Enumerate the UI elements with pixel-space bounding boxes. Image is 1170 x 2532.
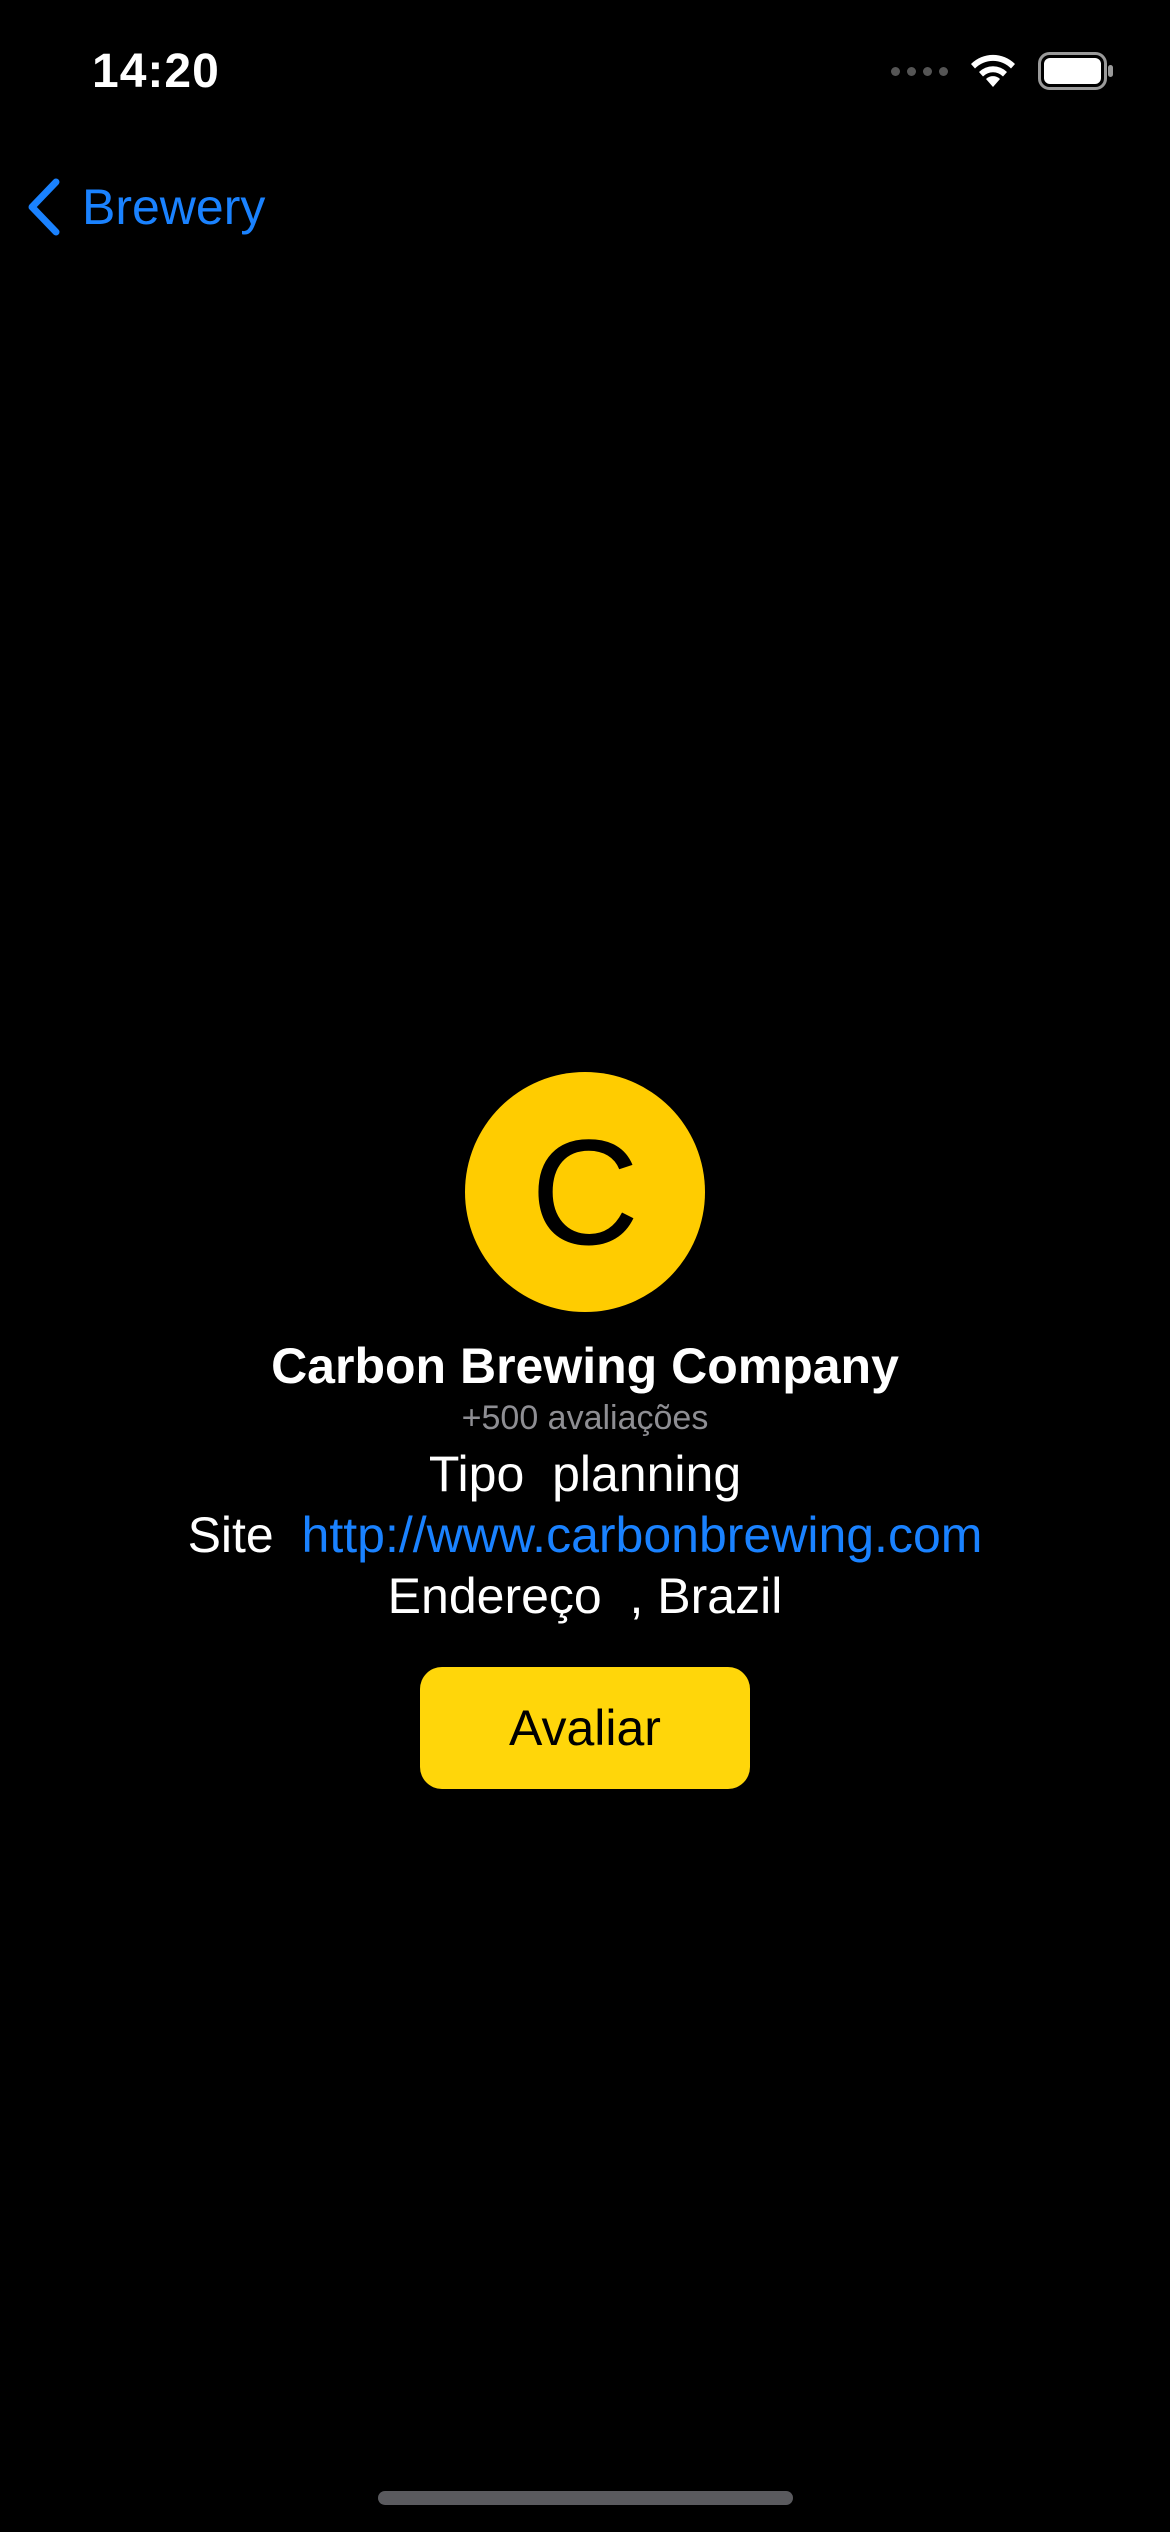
address-value: , Brazil: [629, 1568, 783, 1624]
type-row: Tipo planning: [429, 1444, 741, 1505]
wifi-icon: [971, 54, 1015, 87]
type-value: planning: [552, 1446, 742, 1502]
site-label: Site: [187, 1507, 274, 1563]
back-button[interactable]: Brewery: [24, 176, 265, 238]
avatar-letter: C: [530, 1108, 640, 1276]
type-label: Tipo: [428, 1446, 525, 1502]
signal-icon: [891, 66, 948, 76]
battery-icon: [1038, 52, 1113, 90]
address-row: Endereço , Brazil: [388, 1566, 783, 1627]
rate-button-label: Avaliar: [509, 1700, 661, 1756]
brewery-details: C Carbon Brewing Company +500 avaliações…: [0, 1072, 1170, 1789]
status-time: 14:20: [92, 45, 220, 98]
brewery-avatar: C: [465, 1072, 705, 1312]
brewery-detail-screen: 14:20 Brewery C Carbon Brewing Company +…: [0, 0, 1170, 2532]
site-row: Site http://www.carbonbrewing.com: [188, 1505, 983, 1566]
rate-button[interactable]: Avaliar: [420, 1667, 750, 1789]
home-indicator: [378, 2491, 793, 2505]
address-label: Endereço: [387, 1568, 602, 1624]
reviews-count: +500 avaliações: [461, 1399, 709, 1437]
site-link[interactable]: http://www.carbonbrewing.com: [302, 1507, 983, 1563]
back-button-label: Brewery: [82, 179, 266, 235]
brewery-name: Carbon Brewing Company: [271, 1338, 899, 1394]
chevron-left-icon: [28, 178, 60, 236]
status-icons: [891, 52, 1114, 90]
